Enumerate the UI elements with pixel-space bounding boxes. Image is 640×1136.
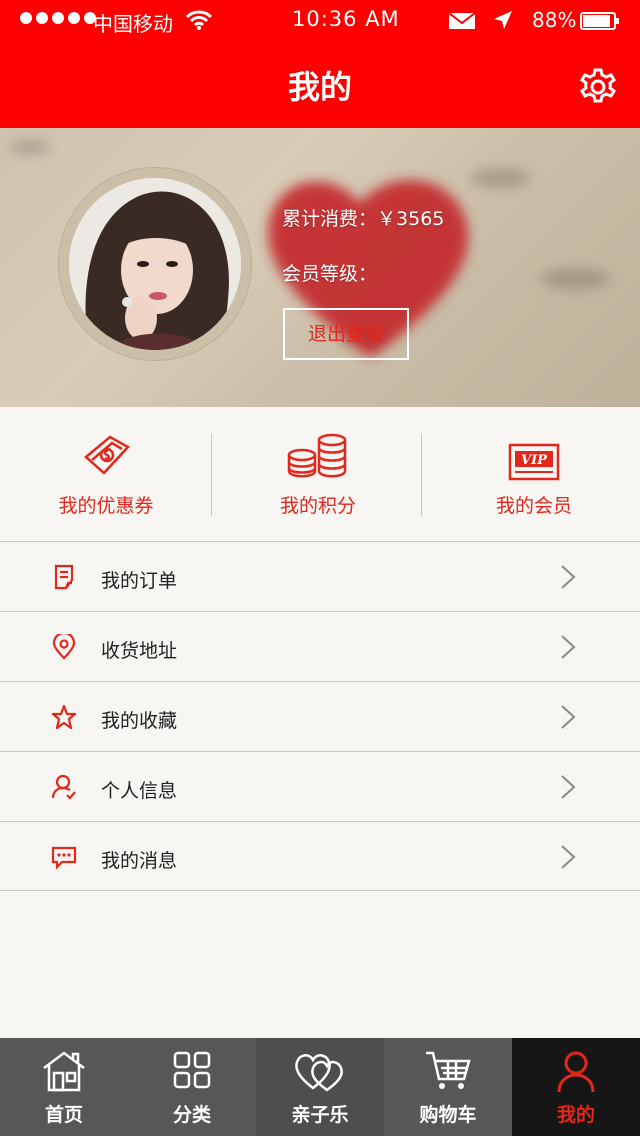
page-title: 我的 [287,68,352,106]
carrier-name: 中国移动 [93,12,173,36]
tab-home[interactable]: 首页 [0,1038,128,1136]
message-icon [51,846,77,870]
mail-icon [448,12,476,29]
grid-icon [173,1051,211,1089]
list-item-label: 我的订单 [101,570,178,592]
tab-categories[interactable]: 分类 [128,1038,256,1136]
home-icon [43,1051,85,1092]
list-item-profile[interactable]: 个人信息 [0,751,640,821]
svg-text:VIP: VIP [521,453,548,468]
chevron-right-icon [561,775,576,799]
tab-family[interactable]: 亲子乐 [256,1038,384,1136]
signal-strength-icon [20,12,96,24]
member-level-label: 会员等级： [282,263,378,285]
order-icon [54,564,74,590]
points-label: 我的积分 [279,495,356,517]
chevron-right-icon [561,705,576,729]
user-icon [51,774,76,800]
hearts-icon [295,1054,343,1092]
user-icon [557,1051,595,1093]
total-spend-label: 累计消费： [282,208,378,230]
battery-icon [580,12,619,30]
vip-card-icon: VIP [508,443,560,481]
background-decoration [10,140,50,154]
tab-me[interactable]: 我的 [512,1038,640,1136]
location-arrow-icon [494,11,512,29]
list-item-label: 我的消息 [101,850,178,872]
settings-gear-icon[interactable] [578,67,618,107]
logout-button[interactable]: 退出登录 [283,308,409,360]
divider [0,890,640,891]
membership-entry[interactable]: VIP 我的会员 [428,407,640,541]
membership-label: 我的会员 [495,495,572,517]
chevron-right-icon [561,635,576,659]
tab-label: 分类 [172,1104,211,1126]
location-pin-icon [52,634,76,660]
coupon-icon [84,435,130,475]
total-spend-value: ￥3565 [377,208,445,230]
profile-banner: 累计消费：￥3565 会员等级： 退出登录 [0,128,640,407]
cart-icon [426,1051,471,1089]
total-spend: 累计消费：￥3565 [282,204,444,231]
status-bar: 中国移动 10:36 AM 88% [0,0,640,40]
list-item-address[interactable]: 收货地址 [0,611,640,681]
tab-label: 我的 [556,1104,595,1126]
avatar-ring [59,168,251,360]
background-decoration [540,268,610,290]
list-item-label: 我的收藏 [101,710,178,732]
tab-bar: 首页 分类 亲子乐 购物车 我的 [0,1038,640,1136]
star-icon [51,704,77,730]
battery-percent: 88% [532,8,577,32]
tab-cart[interactable]: 购物车 [384,1038,512,1136]
avatar[interactable] [69,178,241,350]
tab-label: 首页 [44,1104,83,1126]
divider [421,434,422,516]
coupon-label: 我的优惠券 [58,495,154,517]
tab-label: 亲子乐 [291,1104,349,1126]
status-time: 10:36 AM [292,7,400,31]
coupon-entry[interactable]: 我的优惠券 [0,407,212,541]
list-item-label: 个人信息 [101,780,178,802]
quick-actions: 我的优惠券 我的积分 VIP 我的会员 [0,407,640,541]
list-item-orders[interactable]: 我的订单 [0,541,640,611]
points-entry[interactable]: 我的积分 [212,407,424,541]
chevron-right-icon [561,565,576,589]
chevron-right-icon [561,845,576,869]
coins-icon [287,433,347,478]
top-bar: 中国移动 10:36 AM 88% 我的 [0,0,640,128]
list-item-label: 收货地址 [101,640,178,662]
wifi-icon [186,10,212,30]
member-level: 会员等级： [282,259,377,286]
list-item-messages[interactable]: 我的消息 [0,821,640,891]
avatar-photo [69,178,241,350]
tab-label: 购物车 [419,1104,477,1126]
list-item-favorites[interactable]: 我的收藏 [0,681,640,751]
